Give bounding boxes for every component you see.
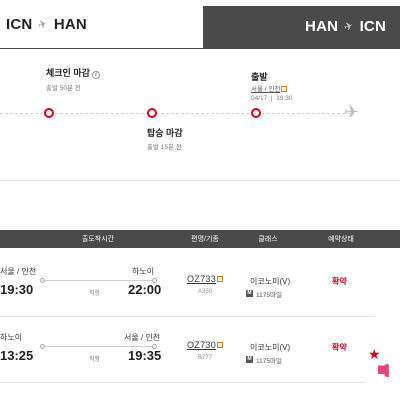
boarding-sub: 출발 15분 전	[147, 144, 182, 151]
checkin-sub: 출발 50분 전	[46, 85, 81, 92]
outbound-to: HAN	[53, 16, 87, 33]
route-type: 직항	[89, 291, 101, 297]
external-link-icon	[281, 86, 288, 93]
tab-outbound[interactable]: ICN ✈ HAN	[0, 0, 203, 48]
promo-glyph-icon: 빼	[377, 364, 390, 379]
table-header: 출도착시간 편명/기종 클래스 예약상태	[0, 230, 400, 248]
plane-icon: ✈	[342, 19, 356, 35]
departure-city: 서울 / 인천	[0, 267, 37, 276]
external-link-icon	[217, 342, 223, 348]
header-schedule: 출도착시간	[81, 236, 115, 243]
mileage-icon: M	[246, 356, 253, 363]
outbound-from: ICN	[6, 16, 33, 33]
aircraft-type: A350	[198, 289, 213, 295]
mileage-value: 1175마일	[256, 358, 282, 365]
mileage-icon: M	[246, 290, 253, 297]
plane-icon: ✈	[344, 102, 360, 122]
departure-timeline: 체크인 마감 i 출발 50분 전 탑승 마감 출발 15분 전 출발 서울 / …	[0, 52, 400, 182]
arrival-city: 서울 / 인천	[124, 333, 161, 342]
flight-number-link[interactable]: OZ730	[187, 340, 216, 350]
route-type: 직항	[89, 357, 101, 363]
star-icon: ★	[368, 346, 381, 362]
cabin-class: 이코노미(V)	[250, 343, 291, 352]
arrival-city: 하노이	[132, 267, 155, 276]
departure-time: 19:30	[0, 282, 34, 297]
mileage-value: 1175마일	[256, 292, 282, 299]
plane-icon: ✈	[36, 17, 50, 33]
cabin-class: 이코노미(V)	[250, 277, 291, 286]
departure-datetime: 04/17 | 19:30	[251, 95, 293, 102]
boarding-dot	[147, 108, 157, 118]
header-status: 예약상태	[328, 236, 354, 243]
info-icon[interactable]: i	[91, 71, 100, 79]
outbound-route: ICN ✈ HAN	[6, 16, 87, 33]
route-line	[42, 280, 154, 281]
route-tabs: ICN ✈ HAN HAN ✈ ICN	[0, 0, 400, 52]
status-badge: 확약	[332, 343, 347, 352]
inbound-to: ICN	[359, 18, 386, 35]
promo-sticker[interactable]: ★ 빼	[366, 326, 400, 388]
tab-inbound[interactable]: HAN ✈ ICN	[203, 6, 400, 48]
flight-number-link[interactable]: OZ733	[187, 274, 216, 284]
header-class: 클래스	[258, 236, 278, 243]
header-flight: 편명/기종	[191, 236, 219, 243]
tab-divider	[0, 48, 400, 49]
table-row: 서울 / 인천 19:30 직항 하노이 22:00 OZ733 A350 이코…	[0, 252, 375, 317]
departure-label: 출발	[251, 72, 268, 82]
arrival-time: 19:35	[128, 348, 162, 363]
table-row: 하노이 13:25 직항 서울 / 인천 19:35 OZ730 B777 이코…	[0, 318, 375, 383]
status-badge: 확약	[332, 277, 347, 286]
departure-place[interactable]: 서울 / 인천	[251, 83, 288, 93]
external-link-icon	[217, 276, 223, 282]
departure-time: 13:25	[0, 348, 34, 363]
boarding-label: 탑승 마감	[147, 128, 183, 138]
route-line	[42, 346, 154, 347]
checkin-dot	[44, 108, 54, 118]
aircraft-type: B777	[198, 355, 213, 361]
inbound-from: HAN	[305, 18, 339, 35]
section-divider	[0, 180, 400, 181]
arrival-time: 22:00	[128, 282, 162, 297]
checkin-label: 체크인 마감 i	[46, 66, 100, 79]
departure-city: 하노이	[0, 333, 23, 342]
departure-dot	[251, 108, 261, 118]
inbound-route: HAN ✈ ICN	[305, 18, 386, 35]
